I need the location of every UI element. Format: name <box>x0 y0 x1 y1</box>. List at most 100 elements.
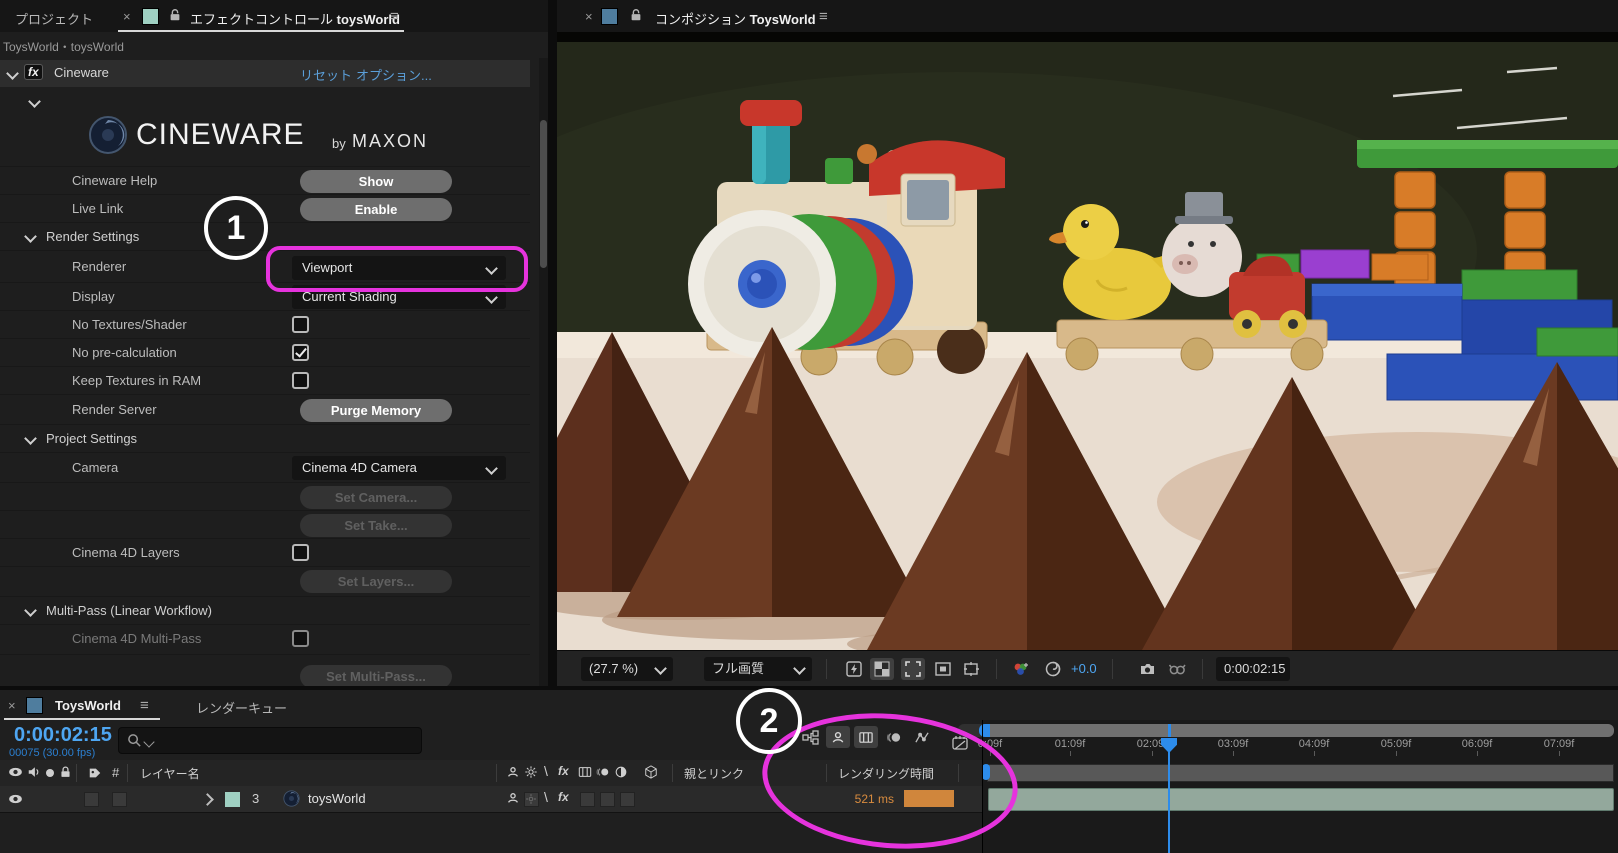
lock-icon[interactable] <box>59 765 72 782</box>
chevron-down-icon <box>485 291 498 304</box>
adjustment-layer-column-icon[interactable] <box>614 765 630 781</box>
set-layers-button[interactable]: Set Layers... <box>300 570 452 593</box>
tab-render-queue[interactable]: レンダーキュー <box>196 698 287 717</box>
playhead-line[interactable] <box>1168 750 1170 853</box>
title-action-safe-icon[interactable] <box>931 658 955 680</box>
magnification-dropdown[interactable]: (27.7 %) <box>581 657 673 681</box>
label-tag-icon[interactable] <box>88 766 102 783</box>
transparency-grid-icon[interactable] <box>870 658 894 680</box>
panel-menu-icon[interactable]: ≡ <box>819 8 828 25</box>
video-eye-icon[interactable] <box>8 766 23 781</box>
collapse-transformations-column-icon[interactable] <box>524 765 540 781</box>
work-area-bar[interactable] <box>987 764 1614 782</box>
tab-timeline-toysworld[interactable]: ToysWorld <box>55 698 121 713</box>
reset-link[interactable]: リセット <box>300 65 352 84</box>
channel-show-icon[interactable] <box>1009 658 1033 680</box>
set-take-button[interactable]: Set Take... <box>300 514 452 537</box>
scrollbar-thumb[interactable] <box>540 120 547 268</box>
navigator-start-handle[interactable] <box>979 724 990 737</box>
active-tab-underline <box>4 718 160 720</box>
layer-name-column-header[interactable]: レイヤー名 <box>140 765 200 782</box>
tab-composition[interactable]: コンポジション ToysWorld <box>655 9 816 28</box>
toys-scene-image <box>557 32 1618 650</box>
camera-value: Cinema 4D Camera <box>302 460 417 475</box>
row-set-take: Set Take... <box>0 510 530 539</box>
layer-expander-chevron-icon[interactable] <box>201 793 214 806</box>
current-time-display[interactable]: 0:00:02:15 <box>14 724 112 747</box>
options-link[interactable]: オプション... <box>356 65 432 84</box>
show-button[interactable]: Show <box>300 170 452 193</box>
cinema4d-logo-icon <box>88 115 128 155</box>
audio-cell[interactable] <box>84 792 99 807</box>
timeline-navigator-bar[interactable] <box>983 724 1614 737</box>
purge-memory-button[interactable]: Purge Memory <box>300 399 452 422</box>
exposure-icon[interactable] <box>1041 658 1065 680</box>
video-eye-icon[interactable] <box>8 793 23 808</box>
close-icon[interactable]: × <box>585 9 593 24</box>
tab-effect-controls[interactable]: エフェクトコントロール toysWorld <box>190 9 400 28</box>
panel-menu-icon[interactable]: ≡ <box>140 697 149 714</box>
row-cineware-help: Cineware Help Show <box>0 166 530 195</box>
region-of-interest-icon[interactable] <box>901 658 925 680</box>
tab-effect-controls-label: エフェクトコントロール <box>190 12 333 27</box>
tab-project[interactable]: プロジェクト <box>15 9 93 28</box>
exposure-value[interactable]: +0.0 <box>1071 661 1097 676</box>
index-column-header[interactable]: # <box>112 765 119 780</box>
solo-icon[interactable] <box>46 769 54 777</box>
unlock-icon[interactable] <box>629 8 643 22</box>
row-label: Render Server <box>72 395 157 425</box>
layer-name[interactable]: toysWorld <box>308 791 366 806</box>
parent-link-column-header[interactable]: 親とリンク <box>684 765 744 782</box>
effect-panel-scrollbar[interactable] <box>539 58 548 686</box>
logo-brand: MAXON <box>352 131 428 152</box>
no-precalc-checkbox[interactable] <box>292 344 309 361</box>
pixel-aspect-correction-icon[interactable] <box>959 658 983 680</box>
c4d-layers-checkbox[interactable] <box>292 544 309 561</box>
ruler-label: 07:09f <box>1531 738 1587 750</box>
composition-render-view <box>557 32 1618 650</box>
audio-speaker-icon[interactable] <box>27 765 41 782</box>
layer-shy-switch[interactable] <box>506 791 522 807</box>
lock-cell[interactable] <box>112 792 127 807</box>
chevron-down-icon[interactable] <box>6 67 19 80</box>
snapshot-camera-icon[interactable] <box>1135 658 1159 680</box>
show-snapshot-icon[interactable] <box>1165 658 1189 680</box>
row-label: No Textures/Shader <box>72 311 187 339</box>
motion-blur-column-icon[interactable] <box>596 765 612 781</box>
viewer-timecode[interactable]: 0:00:02:15 <box>1216 657 1290 681</box>
layer-collapse-switch[interactable] <box>524 792 539 807</box>
group-multi-pass[interactable]: Multi-Pass (Linear Workflow) <box>0 596 530 625</box>
layer-quality-switch[interactable]: \ <box>544 789 548 805</box>
fx-badge-icon: fx <box>24 64 43 80</box>
chevron-down-icon[interactable] <box>28 95 41 108</box>
c4d-multi-pass-checkbox[interactable] <box>292 630 309 647</box>
unlock-icon[interactable] <box>168 8 182 22</box>
panel-menu-icon[interactable]: ≡ <box>390 8 399 25</box>
effects-column-icon[interactable]: fx <box>558 764 574 780</box>
shy-column-icon[interactable] <box>506 765 522 781</box>
layer-color-swatch[interactable] <box>224 791 241 808</box>
viewer-toolbar: (27.7 %) フル画質 <box>557 650 1618 686</box>
set-multi-pass-button[interactable]: Set Multi-Pass... <box>300 665 452 686</box>
tab-composition-target: ToysWorld <box>750 12 816 27</box>
frame-blend-column-icon[interactable] <box>578 765 594 781</box>
group-project-settings[interactable]: Project Settings <box>0 424 530 453</box>
enable-button[interactable]: Enable <box>300 198 452 221</box>
set-camera-button[interactable]: Set Camera... <box>300 486 452 509</box>
effect-name[interactable]: Cineware <box>54 65 109 80</box>
layer-switch-cell[interactable] <box>600 792 615 807</box>
layer-switch-cell[interactable] <box>620 792 635 807</box>
fast-preview-icon[interactable] <box>842 658 866 680</box>
close-icon[interactable]: × <box>8 698 16 713</box>
layer-duration-bar[interactable] <box>988 788 1614 811</box>
search-input[interactable] <box>118 727 422 754</box>
layer-switch-cell[interactable] <box>580 792 595 807</box>
close-icon[interactable]: × <box>123 9 131 24</box>
no-textures-checkbox[interactable] <box>292 316 309 333</box>
keep-textures-checkbox[interactable] <box>292 372 309 389</box>
chevron-down-icon <box>793 662 806 675</box>
resolution-dropdown[interactable]: フル画質 <box>704 657 812 681</box>
3d-layer-column-icon[interactable] <box>644 765 660 781</box>
camera-dropdown[interactable]: Cinema 4D Camera <box>292 456 506 480</box>
layer-effects-switch[interactable]: fx <box>558 790 569 804</box>
